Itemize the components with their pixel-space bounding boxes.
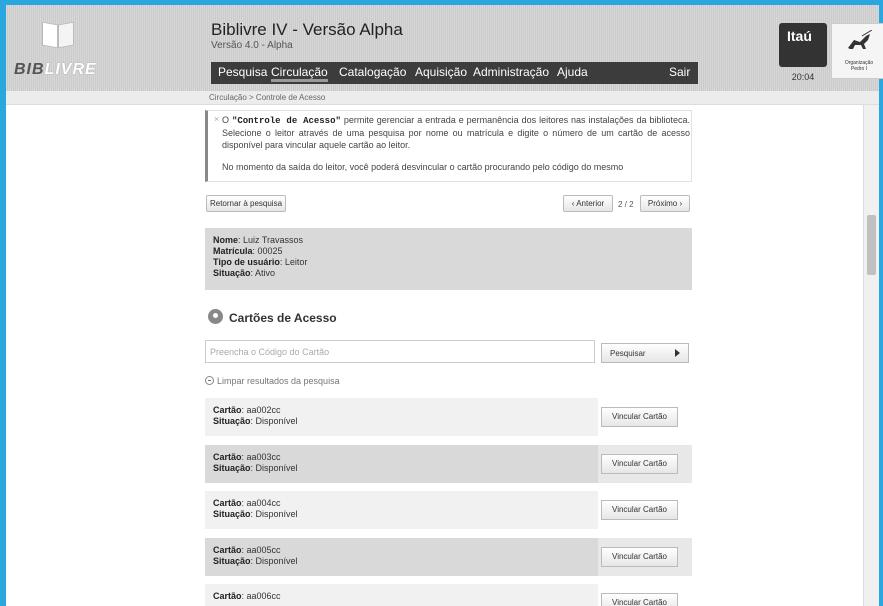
organization-name: Organização Pedro I [844, 60, 874, 72]
window-frame-right [879, 0, 883, 606]
app-title: Biblivre IV - Versão Alpha [211, 20, 403, 39]
logout-link[interactable]: Sair [669, 65, 690, 79]
menu-item-ajuda[interactable]: Ajuda [557, 65, 588, 79]
sponsor-name: Itaú [787, 28, 812, 44]
next-button[interactable]: Próximo › [640, 195, 690, 212]
logo-wordmark: BIBLIVRE [14, 61, 97, 78]
reader-status: Situação: Ativo [213, 268, 276, 278]
location-pin-icon [208, 309, 223, 324]
horse-rider-icon [848, 30, 873, 49]
breadcrumb: Circulação > Controle de Acesso [209, 93, 326, 102]
link-card-button[interactable]: Vincular Cartão [601, 454, 678, 474]
reader-id: Matrícula: 00025 [213, 246, 283, 256]
arrow-right-icon [675, 349, 680, 357]
card-info: Cartão: aa004cc Situação: Disponível [205, 491, 598, 529]
menu-item-pesquisa[interactable]: Pesquisa [218, 65, 267, 79]
app-version: Versão 4.0 - Alpha [211, 40, 293, 51]
link-card-button[interactable]: Vincular Cartão [601, 500, 678, 520]
biblivre-logo: BIBLIVRE [14, 13, 104, 83]
menu-item-aquisicao[interactable]: Aquisição [415, 65, 467, 79]
page-indicator: 2 / 2 [618, 200, 634, 209]
app-header: BIBLIVRE Biblivre IV - Versão Alpha Vers… [6, 5, 883, 91]
menu-item-circulacao[interactable]: Circulação [271, 65, 328, 82]
card-info: Cartão: aa003cc Situação: Disponível [205, 445, 598, 483]
reader-type: Tipo de usuário: Leitor [213, 257, 308, 267]
organization-logo: Organização Pedro I [831, 23, 883, 79]
link-card-button[interactable]: Vincular Cartão [601, 593, 678, 606]
card-item: Cartão: aa005cc Situação: Disponível Vin… [205, 538, 692, 576]
search-button[interactable]: Pesquisar [601, 343, 689, 363]
reader-details: Nome: Luiz Travassos Matrícula: 00025 Ti… [205, 228, 692, 290]
card-info: Cartão: aa006cc [205, 584, 598, 606]
main-menu: Pesquisa Circulação Catalogação Aquisiçã… [211, 62, 698, 84]
card-item: Cartão: aa002cc Situação: Disponível Vin… [205, 398, 692, 436]
back-to-search-button[interactable]: Retornar à pesquisa [206, 195, 286, 212]
reader-name: Nome: Luiz Travassos [213, 235, 304, 245]
close-icon[interactable]: × [214, 114, 219, 124]
link-card-button[interactable]: Vincular Cartão [601, 547, 678, 567]
minus-circle-icon [205, 376, 214, 385]
book-icon [42, 19, 76, 53]
sponsor-logo: Itaú 20:04 [779, 23, 827, 82]
breadcrumb-bar: Circulação > Controle de Acesso [6, 91, 879, 105]
clock-time: 20:04 [791, 72, 815, 82]
menu-item-administracao[interactable]: Administração [473, 65, 549, 79]
card-code-input[interactable] [205, 340, 595, 363]
menu-item-catalogacao[interactable]: Catalogação [339, 65, 406, 79]
scrollbar-thumb[interactable] [867, 215, 876, 275]
previous-button[interactable]: ‹ Anterior [563, 195, 613, 212]
clear-results-link[interactable]: Limpar resultados da pesquisa [205, 375, 340, 386]
info-panel: × O "Controle de Acesso" permite gerenci… [205, 110, 692, 182]
card-info: Cartão: aa002cc Situação: Disponível [205, 398, 598, 436]
card-item: Cartão: aa003cc Situação: Disponível Vin… [205, 445, 692, 483]
search-button-label: Pesquisar [610, 349, 646, 358]
card-info: Cartão: aa005cc Situação: Disponível [205, 538, 598, 576]
info-text-secondary: No momento da saída do leitor, você pode… [222, 162, 624, 172]
section-title: Cartões de Acesso [229, 311, 337, 325]
link-card-button[interactable]: Vincular Cartão [601, 407, 678, 427]
card-item: Cartão: aa004cc Situação: Disponível Vin… [205, 491, 692, 529]
info-text: O "Controle de Acesso" permite gerenciar… [222, 115, 690, 150]
vertical-scrollbar[interactable] [863, 105, 879, 606]
card-item: Cartão: aa006cc Vincular Cartão [205, 584, 692, 606]
